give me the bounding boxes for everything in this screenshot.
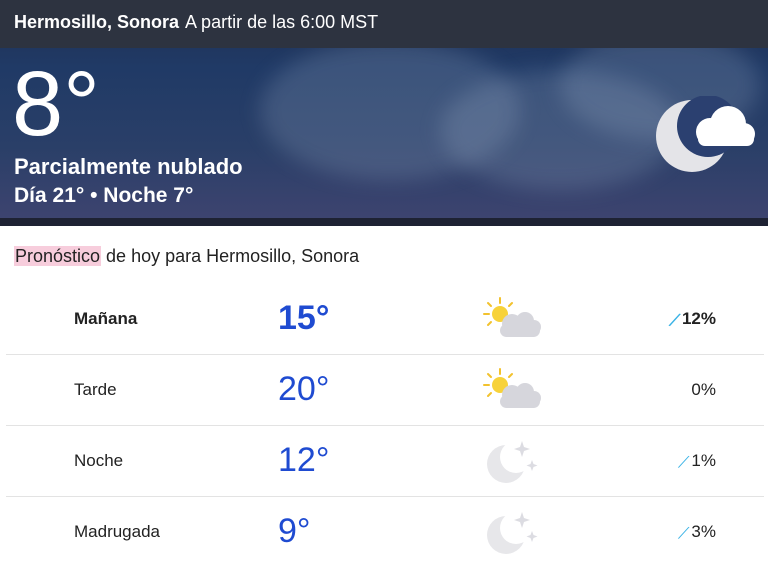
precip-value: 0% [691, 380, 716, 399]
forecast-temperature: 15° [278, 299, 330, 337]
updated-time: A partir de las 6:00 MST [185, 12, 379, 32]
day-night-temps: Día 21° • Noche 7° [14, 184, 194, 207]
forecast-period: Madrugada [74, 522, 161, 541]
precip-chance: ╱ 3% [626, 522, 716, 542]
forecast-row: Noche 12° ╱ 1% [6, 426, 764, 497]
moon-stars-icon [482, 438, 542, 484]
forecast-row: Madrugada 9° ╱ 3% [6, 497, 764, 567]
forecast-title-rest: de hoy para Hermosillo, Sonora [101, 246, 360, 266]
current-condition: Parcialmente nublado [14, 154, 243, 179]
forecast-temperature: 9° [278, 512, 311, 550]
current-temperature: 8° [12, 53, 100, 155]
forecast-row: Mañana 15° ╱ 12% [6, 284, 764, 355]
moon-stars-icon [482, 509, 542, 555]
moon-cloud-icon [656, 96, 755, 172]
forecast-title-highlight: Pronóstico [14, 246, 102, 266]
precip-value: 3% [691, 522, 716, 541]
forecast-row: Tarde 20° 0% [6, 355, 764, 426]
location-header: Hermosillo, Sonora A partir de las 6:00 M… [0, 0, 768, 48]
hero-bottom-band [0, 218, 768, 226]
precip-chance: ╱ 12% [626, 309, 716, 329]
forecast-list: Mañana 15° ╱ 12% Tarde 20° 0% Noche 12° ╱ 1% Madrug… [6, 284, 764, 567]
precip-value: 1% [691, 451, 716, 470]
precip-value: 12% [681, 309, 716, 328]
forecast-period: Tarde [74, 380, 117, 399]
raindrop-icon: ╱ [678, 525, 690, 541]
location-line: Hermosillo, Sonora A partir de las 6:00 M… [14, 12, 378, 33]
location-city: Hermosillo, Sonora [14, 12, 180, 32]
partly-cloudy-sun-icon [482, 296, 542, 342]
raindrop-icon: ╱ [678, 454, 690, 470]
forecast-temperature: 20° [278, 370, 330, 408]
forecast-period: Noche [74, 451, 124, 470]
forecast-title: Pronóstico de hoy para Hermosillo, Sonor… [14, 246, 359, 267]
raindrop-icon: ╱ [669, 312, 680, 328]
forecast-temperature: 12° [278, 441, 330, 479]
partly-cloudy-sun-icon [482, 367, 542, 413]
current-conditions-hero: Hermosillo, Sonora A partir de las 6:00 M… [0, 0, 768, 226]
precip-chance: ╱ 1% [626, 451, 716, 471]
precip-chance: 0% [626, 380, 716, 400]
forecast-period: Mañana [74, 309, 138, 328]
